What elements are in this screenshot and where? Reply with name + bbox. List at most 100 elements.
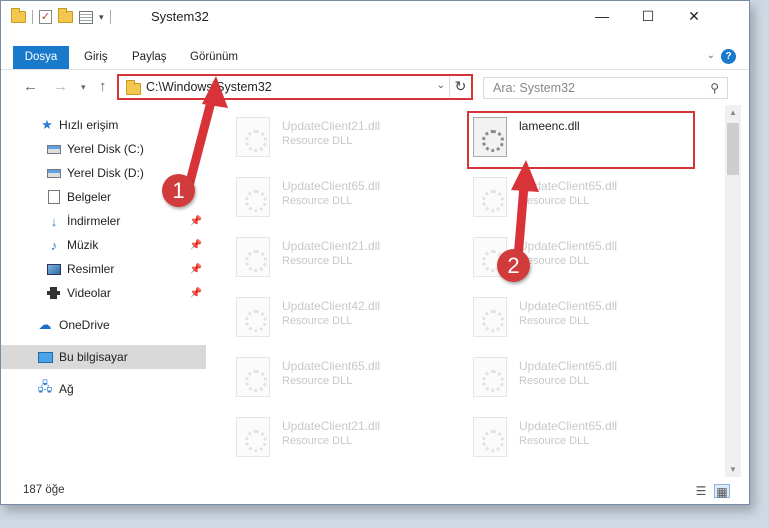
new-folder-icon[interactable] [58, 8, 73, 23]
file-name: UpdateClient65.dll [519, 299, 618, 313]
sidebar-item-network[interactable]: 🖧 Ağ [1, 377, 206, 401]
sidebar-item-label: Videolar [67, 286, 111, 300]
search-box[interactable]: Ara: System32 ⚲ [483, 77, 728, 99]
sidebar-item-label: OneDrive [59, 318, 110, 332]
file-item[interactable]: UpdateClient21.dll Resource DLL [236, 233, 466, 285]
back-button[interactable]: ← [23, 78, 38, 95]
sidebar-item-label: Yerel Disk (C:) [67, 142, 144, 156]
step-badge-2: 2 [497, 249, 530, 282]
item-count: 187 öğe [23, 484, 65, 496]
cloud-icon: ☁ [38, 317, 52, 332]
file-name: UpdateClient65.dll [519, 359, 618, 373]
dll-file-icon [473, 417, 507, 457]
music-icon: ♪ [50, 237, 58, 253]
large-icons-view-icon[interactable]: ▦ [714, 484, 730, 499]
details-view-icon[interactable]: ☰ [693, 484, 709, 498]
refresh-button[interactable]: ↻ [449, 76, 471, 97]
pin-icon[interactable]: 📌 [190, 288, 202, 299]
dll-file-icon [236, 417, 270, 457]
file-item[interactable]: UpdateClient65.dll Resource DLL [473, 413, 703, 465]
properties-check-icon[interactable]: ✓ [39, 10, 52, 24]
sidebar-item-pictures[interactable]: Resimler 📌 [1, 257, 206, 281]
network-icon: 🖧 [37, 379, 53, 394]
customize-toolbar-dropdown-icon[interactable]: ▾ [99, 12, 104, 23]
navigation-pane: ★ Hızlı erişim Yerel Disk (C:) Yerel Dis… [1, 109, 209, 481]
file-name: UpdateClient65.dll [519, 239, 618, 253]
expand-ribbon-chevron-icon[interactable]: ⌄ [707, 50, 715, 61]
vertical-scrollbar[interactable]: ▲ ▼ [725, 105, 741, 477]
file-name: UpdateClient21.dll [282, 419, 381, 433]
file-item[interactable]: UpdateClient42.dll Resource DLL [236, 293, 466, 345]
address-bar[interactable]: C:\Windows\System32 ⌄ ↻ [117, 74, 473, 100]
file-item[interactable]: UpdateClient21.dll Resource DLL [236, 413, 466, 465]
file-name: UpdateClient65.dll [282, 359, 381, 373]
file-item[interactable]: UpdateClient65.dll Resource DLL [236, 353, 466, 405]
file-name: UpdateClient21.dll [282, 119, 381, 133]
ribbon-tabs: Dosya Giriş Paylaş Görünüm ⌄ ? [1, 46, 749, 70]
up-button[interactable]: ↑ [99, 78, 107, 95]
file-name: UpdateClient65.dll [519, 419, 618, 433]
folder-icon [11, 8, 26, 23]
scroll-up-arrow-icon[interactable]: ▲ [725, 108, 741, 117]
dll-file-icon [473, 177, 507, 217]
file-item[interactable]: UpdateClient21.dll Resource DLL [236, 113, 466, 165]
pin-icon[interactable]: 📌 [190, 240, 202, 251]
dll-file-icon [473, 357, 507, 397]
videos-icon [47, 287, 60, 299]
toolbar-separator [109, 10, 111, 24]
file-name: UpdateClient65.dll [282, 179, 381, 193]
scroll-down-arrow-icon[interactable]: ▼ [725, 465, 741, 474]
dll-file-icon [236, 357, 270, 397]
minimize-button[interactable]: — [579, 1, 625, 31]
dll-file-icon [236, 237, 270, 277]
sidebar-item-downloads[interactable]: ↓ İndirmeler 📌 [1, 209, 206, 233]
pin-icon[interactable]: 📌 [190, 264, 202, 275]
sidebar-item-label: Hızlı erişim [59, 118, 119, 132]
dll-file-icon [236, 117, 270, 157]
recent-locations-dropdown-icon[interactable]: ▾ [81, 82, 86, 93]
file-name: UpdateClient42.dll [282, 299, 381, 313]
forward-button[interactable]: → [53, 78, 68, 95]
sidebar-item-onedrive[interactable]: ☁ OneDrive [1, 313, 206, 337]
file-item[interactable]: UpdateClient65.dll Resource DLL [473, 353, 703, 405]
tab-file[interactable]: Dosya [13, 46, 69, 69]
toolbar-separator [32, 10, 33, 24]
maximize-button[interactable]: ☐ [625, 1, 671, 31]
file-type: Resource DLL [519, 435, 590, 447]
tab-view[interactable]: Görünüm [190, 46, 238, 69]
sidebar-item-label: Ağ [59, 382, 74, 396]
folder-icon [126, 80, 141, 95]
dll-file-icon [236, 297, 270, 337]
address-history-dropdown-icon[interactable]: ⌄ [437, 80, 445, 91]
file-name: UpdateClient65.dll [519, 179, 618, 193]
address-path[interactable]: C:\Windows\System32 [146, 80, 272, 94]
search-placeholder: Ara: System32 [493, 81, 575, 95]
file-item[interactable]: UpdateClient65.dll Resource DLL [236, 173, 466, 225]
pin-icon[interactable]: 📌 [190, 216, 202, 227]
help-button[interactable]: ? [721, 49, 736, 64]
sidebar-item-label: Resimler [67, 262, 115, 276]
search-icon[interactable]: ⚲ [710, 81, 719, 95]
sidebar-item-local-disk-c[interactable]: Yerel Disk (C:) [1, 137, 206, 161]
step-badge-1: 1 [162, 174, 195, 207]
close-button[interactable]: ✕ [671, 1, 717, 31]
documents-icon [48, 190, 60, 204]
tab-home[interactable]: Giriş [84, 46, 108, 69]
file-item[interactable]: UpdateClient65.dll Resource DLL [473, 173, 703, 225]
explorer-window: ✓ ▾ System32 — ☐ ✕ Dosya Giriş Paylaş Gö… [0, 0, 750, 505]
sidebar-item-label: Belgeler [67, 190, 112, 204]
sidebar-item-videos[interactable]: Videolar 📌 [1, 281, 206, 305]
sidebar-item-music[interactable]: ♪ Müzik 📌 [1, 233, 206, 257]
sidebar-item-label: Müzik [67, 238, 99, 252]
properties-icon[interactable] [79, 10, 93, 24]
file-item[interactable]: UpdateClient65.dll Resource DLL [473, 293, 703, 345]
file-type: Resource DLL [282, 135, 353, 147]
sidebar-item-this-pc[interactable]: Bu bilgisayar [1, 345, 206, 369]
window-title: System32 [151, 9, 209, 24]
file-type: Resource DLL [519, 195, 590, 207]
file-type: Resource DLL [282, 315, 353, 327]
tab-share[interactable]: Paylaş [132, 46, 167, 69]
sidebar-item-quick-access[interactable]: ★ Hızlı erişim [1, 113, 206, 137]
pictures-icon [47, 263, 61, 275]
scrollbar-thumb[interactable] [727, 123, 739, 175]
